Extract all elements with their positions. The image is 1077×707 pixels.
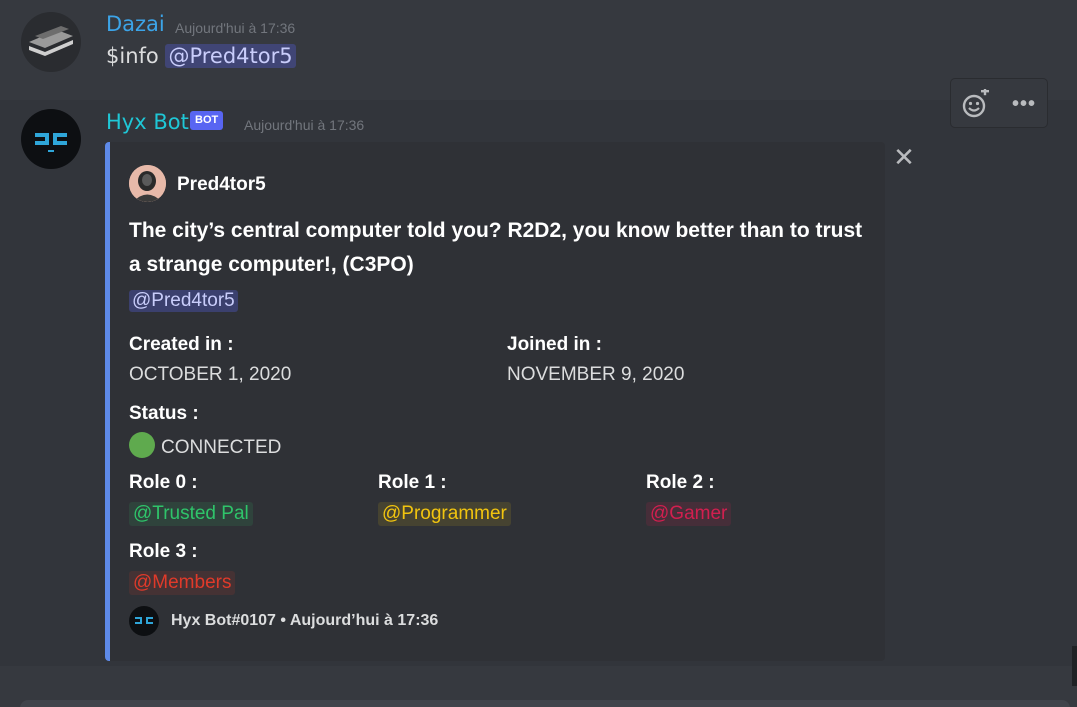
close-icon[interactable]: ✕ [892, 144, 916, 170]
embed-card: ✕ Pred4tor5 The city’s central computer … [105, 142, 915, 661]
role-mention-trusted-pal[interactable]: @Trusted Pal [129, 502, 253, 526]
dazai-avatar[interactable] [21, 12, 81, 72]
message-hyx-bot: Hyx Bot BOT Aujourd'hui à 17:36 ✕ Pred4t… [0, 100, 1077, 666]
field-created-value: OCTOBER 1, 2020 [129, 364, 292, 385]
embed-footer-icon [129, 606, 159, 636]
role-mention-members[interactable]: @Members [129, 571, 236, 595]
message-input-bar[interactable] [20, 700, 1070, 707]
message-dazai: Dazai Aujourd'hui à 17:36 $info @Pred4to… [0, 0, 1077, 100]
message-timestamp: Aujourd'hui à 17:36 [175, 20, 296, 36]
field-role3-name: Role 3 : [129, 541, 198, 562]
embed-author-avatar [129, 165, 166, 202]
scrollbar[interactable] [1072, 646, 1077, 686]
username-hyx-bot[interactable]: Hyx Bot [106, 110, 189, 134]
message-text: $info [106, 44, 159, 68]
field-joined-name: Joined in : [507, 334, 602, 355]
embed-footer-text: Hyx Bot#0107 • Aujourd’hui à 17:36 [171, 612, 439, 629]
more-icon[interactable]: ••• [1009, 89, 1039, 119]
embed-author-name[interactable]: Pred4tor5 [177, 174, 266, 196]
message-timestamp: Aujourd'hui à 17:36 [244, 117, 365, 133]
message-content: $info @Pred4tor5 [106, 44, 296, 68]
role-mention-gamer[interactable]: @Gamer [646, 502, 732, 526]
field-role0-name: Role 0 : [129, 472, 198, 493]
message-hover-toolbar: ••• [950, 78, 1048, 128]
field-joined-value: NOVEMBER 9, 2020 [507, 364, 685, 385]
field-status-name: Status : [129, 403, 199, 424]
bot-badge: BOT [190, 111, 224, 130]
field-role2-name: Role 2 : [646, 472, 715, 493]
embed-user-mention[interactable]: @Pred4tor5 [129, 290, 238, 312]
status-online-icon [129, 432, 155, 458]
user-mention[interactable]: @Pred4tor5 [165, 44, 296, 68]
embed-description: The city’s central computer told you? R2… [129, 219, 863, 276]
add-reaction-icon[interactable] [961, 87, 991, 119]
username-dazai[interactable]: Dazai [106, 12, 165, 36]
field-created-name: Created in : [129, 334, 234, 355]
field-role1-name: Role 1 : [378, 472, 447, 493]
field-status-value: CONNECTED [129, 432, 281, 459]
hyx-bot-avatar[interactable] [21, 109, 81, 169]
role-mention-programmer[interactable]: @Programmer [378, 502, 511, 526]
status-text: CONNECTED [161, 437, 282, 458]
